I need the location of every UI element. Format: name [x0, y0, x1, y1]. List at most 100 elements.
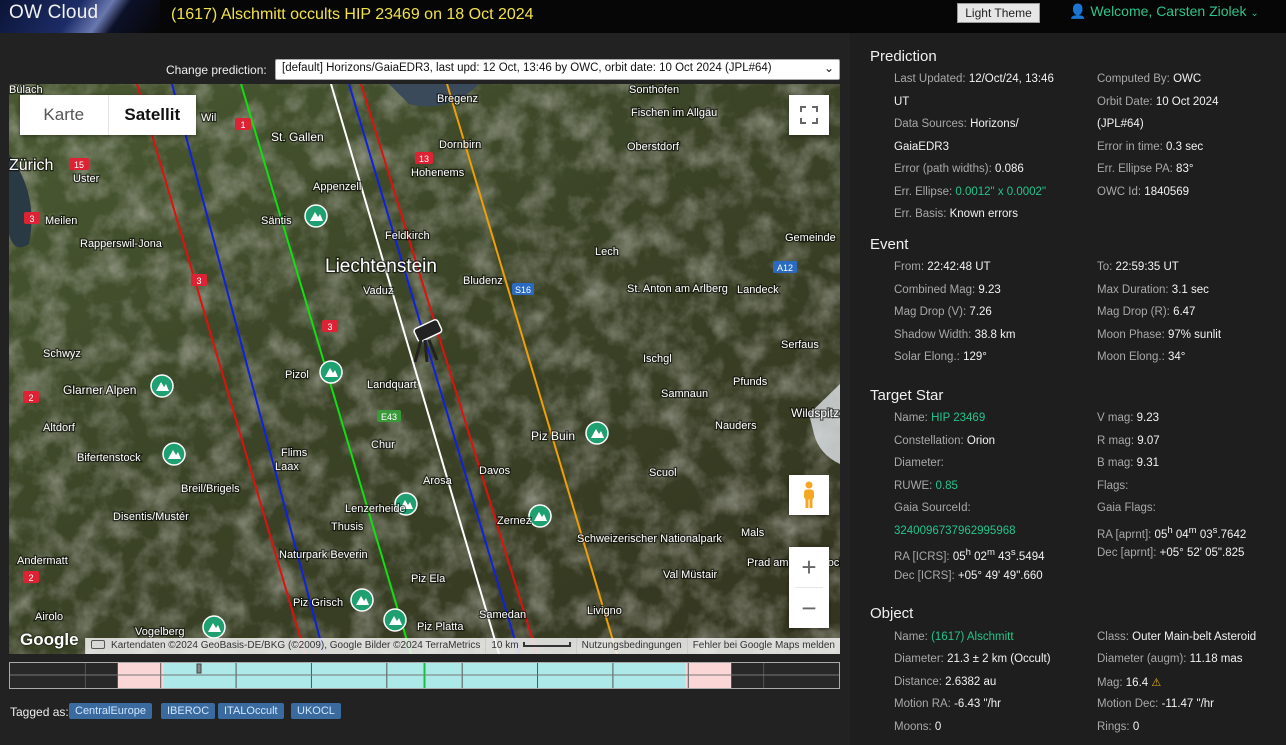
peak-marker-icon[interactable]	[202, 615, 226, 639]
peak-marker-icon[interactable]	[162, 442, 186, 466]
tag-italoccult[interactable]: ITALOccult	[218, 703, 284, 719]
map-attribution: Kartendaten ©2024 GeoBasis-DE/BKG (©2009…	[9, 638, 840, 654]
minus-icon: −	[801, 592, 817, 623]
place-label: Vogelberg	[135, 626, 185, 638]
place-label: Samnaun	[661, 388, 708, 400]
motion-dec: Motion Dec: -11.47 "/hr	[1097, 698, 1215, 710]
dec-icrs: Dec [ICRS]: +05° 49' 49".660	[894, 570, 1043, 582]
brand-name: OW Cloud	[9, 2, 99, 23]
object-distance: Distance: 2.6382 au	[894, 676, 997, 688]
road-shield: 3	[191, 274, 207, 286]
svg-text:A12: A12	[777, 263, 793, 273]
pegman-icon	[804, 481, 814, 508]
gaia-flags: Gaia Flags:	[1097, 502, 1156, 514]
occultation-map[interactable]: 1 15 3 13 3 A12 S16 3 E43 2 2 Bülach Wil…	[9, 84, 840, 654]
data-sources: Data Sources: Horizons/	[894, 118, 1019, 130]
place-label: Glarner Alpen	[63, 383, 136, 397]
star-name: Name: HIP 23469	[894, 412, 986, 424]
place-label: Wildspitze	[791, 406, 840, 420]
country-label: Liechtenstein	[325, 256, 437, 277]
road-shield: 3	[24, 212, 40, 224]
time-slider[interactable]	[9, 662, 840, 689]
place-label: Scuol	[649, 467, 677, 479]
place-label: Chur	[371, 439, 395, 451]
peak-marker-icon[interactable]	[304, 204, 328, 228]
brand-logo[interactable]: OW Cloud	[0, 0, 160, 33]
place-label: Ischgl	[643, 353, 672, 365]
prediction-select[interactable]: [default] Horizons/GaiaEDR3, last upd: 1…	[275, 59, 840, 80]
peak-marker-icon[interactable]	[528, 504, 552, 528]
place-label: Schwyz	[43, 348, 81, 360]
object-name-link[interactable]: (1617) Alschmitt	[931, 631, 1013, 643]
place-label: Säntis	[261, 215, 292, 227]
place-label: Sonthofen	[629, 84, 679, 96]
map-type-karte-button[interactable]: Karte	[20, 95, 109, 135]
chevron-down-icon: ⌄	[823, 61, 834, 75]
road-shield: 2	[23, 571, 39, 583]
gaia-source-id-value[interactable]: 3240096737962995968	[894, 525, 1016, 537]
tag-iberoc[interactable]: IBEROC	[161, 703, 216, 719]
prediction-select-value: [default] Horizons/GaiaEDR3, last upd: 1…	[282, 62, 772, 74]
section-title-object: Object	[870, 605, 914, 622]
svg-text:2: 2	[28, 573, 33, 583]
peak-marker-icon[interactable]	[319, 360, 343, 384]
light-theme-button[interactable]: Light Theme	[957, 3, 1040, 23]
scale-bar[interactable]: 10 km	[485, 638, 576, 654]
place-label: Naturpark Beverin	[279, 549, 368, 561]
peak-marker-icon[interactable]	[350, 588, 374, 612]
gaia-source-id: Gaia SourceId:	[894, 502, 971, 514]
details-panel: Prediction Last Updated: 12/Oct/24, 13:4…	[850, 33, 1286, 745]
place-label: Dornbirn	[439, 139, 481, 151]
map-type-satellit-button[interactable]: Satellit	[109, 95, 197, 135]
warning-icon[interactable]: ⚠	[1151, 677, 1161, 689]
dec-aprnt: Dec [aprnt]: +05° 52' 05".825	[1097, 547, 1245, 559]
street-view-button[interactable]	[789, 475, 829, 515]
place-label: Piz Grisch	[293, 597, 343, 609]
mag-drop-v: Mag Drop (V): 7.26	[894, 306, 992, 318]
err-basis: Err. Basis: Known errors	[894, 208, 1018, 220]
user-menu[interactable]: 👤 Welcome, Carsten Ziolek ⌄	[1069, 3, 1259, 20]
road-shield: 1	[235, 118, 251, 130]
road-shield: 13	[415, 152, 433, 164]
event-to: To: 22:59:35 UT	[1097, 261, 1179, 273]
tag-ukocl[interactable]: UKOCL	[291, 703, 341, 719]
r-mag: R mag: 9.07	[1097, 435, 1160, 447]
orbit-date-cont: (JPL#64)	[1097, 118, 1144, 130]
star-name-link[interactable]: HIP 23469	[931, 412, 985, 424]
place-label: Nauders	[715, 420, 757, 432]
zoom-out-button[interactable]: −	[789, 588, 829, 628]
place-label: Zernez	[497, 515, 531, 527]
road-shield: 15	[69, 158, 89, 170]
fullscreen-button[interactable]	[789, 95, 829, 135]
svg-text:2: 2	[28, 393, 33, 403]
place-label: Fischen im Allgäu	[631, 107, 717, 119]
time-slider-track	[10, 663, 839, 688]
zoom-in-button[interactable]: +	[789, 547, 829, 587]
place-label: Appenzell	[313, 181, 361, 193]
motion-ra: Motion RA: -6.43 "/hr	[894, 698, 1002, 710]
page-title: (1617) Alschmitt occults HIP 23469 on 18…	[171, 6, 534, 23]
place-label: Samedan	[479, 609, 526, 621]
report-error-link[interactable]: Fehler bei Google Maps melden	[686, 638, 840, 654]
combined-mag: Combined Mag: 9.23	[894, 284, 1001, 296]
solar-elong: Solar Elong.: 129°	[894, 351, 987, 363]
peak-marker-icon[interactable]	[585, 421, 609, 445]
moon-elong: Moon Elong.: 34°	[1097, 351, 1186, 363]
peak-marker-icon[interactable]	[383, 608, 407, 632]
scale-bar-line	[522, 642, 571, 647]
peak-marker-icon[interactable]	[150, 374, 174, 398]
place-label: Rapperswil-Jona	[80, 238, 163, 250]
attribution-text[interactable]: Kartendaten ©2024 GeoBasis-DE/BKG (©2009…	[85, 638, 486, 654]
err-ellipse: Err. Ellipse: 0.0012" x 0.0002"	[894, 186, 1047, 198]
data-sources-cont: GaiaEDR3	[894, 141, 949, 153]
place-label: Landeck	[737, 284, 779, 296]
place-label: Andermatt	[17, 555, 68, 567]
err-ellipse-pa: Err. Ellipse PA: 83°	[1097, 163, 1194, 175]
max-duration: Max Duration: 3.1 sec	[1097, 284, 1209, 296]
b-mag: B mag: 9.31	[1097, 457, 1160, 469]
last-updated-cont: UT	[894, 96, 910, 108]
place-label: Piz Buin	[531, 429, 575, 443]
terms-link[interactable]: Nutzungsbedingungen	[575, 638, 687, 654]
place-label: Airolo	[35, 611, 63, 623]
tag-centraleurope[interactable]: CentralEurope	[69, 703, 152, 719]
